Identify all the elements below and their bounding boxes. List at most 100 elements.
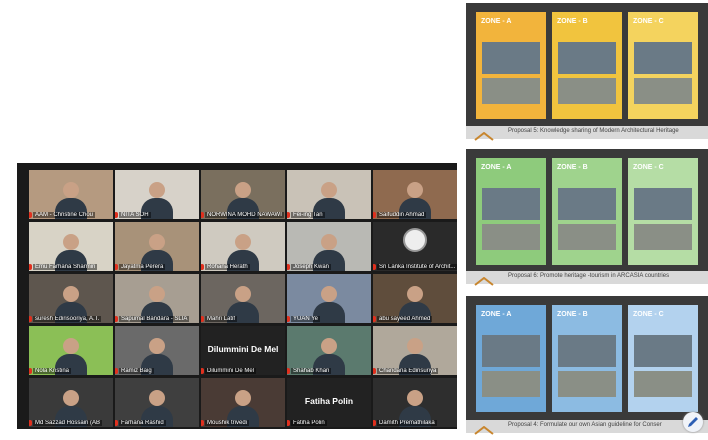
muted-mic-icon (201, 368, 204, 374)
participant-name: Chandana Edirisuriya (377, 368, 439, 374)
zone-card: ZONE - B (552, 305, 622, 412)
muted-mic-icon (115, 420, 118, 426)
zone-label: ZONE - A (481, 18, 512, 25)
participant-display-name: Dilummini De Mel (207, 344, 279, 354)
participant-tile[interactable]: Farhana Rashid (115, 378, 199, 427)
zone-photo (558, 188, 616, 220)
participant-name: Damith Premathilaka (377, 420, 437, 426)
participant-tile[interactable]: NORWINA MOHD NAWAWI (201, 170, 285, 219)
participant-head (63, 390, 79, 406)
participant-head (407, 182, 423, 198)
arcasia-logo (474, 273, 494, 286)
zone-photo (634, 224, 692, 250)
participant-head (149, 390, 165, 406)
slide-caption-bar: Proposal 5: Knowledge sharing of Modern … (466, 126, 708, 141)
participant-tile[interactable]: Chandana Edirisuriya (373, 326, 457, 375)
muted-mic-icon (29, 212, 32, 218)
zone-card: ZONE - C (628, 12, 698, 119)
participant-name: Moushik trivedi (205, 420, 250, 426)
participant-tile[interactable]: Dilummini De Mel Dilummini De Mel (201, 326, 285, 375)
participant-name: YUAN Ye (291, 316, 321, 322)
zone-photo (558, 78, 616, 104)
participant-head (235, 234, 251, 250)
participant-tile[interactable]: suresh Edirisooriya, A.T. (29, 274, 113, 323)
zone-label: ZONE - B (557, 18, 588, 25)
participant-name: Sapumal Bandara - SLIA (119, 316, 190, 322)
participant-name: Jayatma Perera (119, 264, 166, 270)
slide-asian-guideline: ZONE - A ZONE - B ZONE - C Proposal 4: Form… (466, 296, 708, 435)
arcasia-logo (474, 422, 494, 435)
muted-mic-icon (373, 316, 376, 322)
zone-card: ZONE - C (628, 158, 698, 265)
zone-label: ZONE - A (481, 164, 512, 171)
zone-photo (634, 335, 692, 367)
participant-name: NITA SOH (119, 212, 151, 218)
participant-tile[interactable]: Emu Farhana Sharmin (29, 222, 113, 271)
zone-card: ZONE - A (476, 305, 546, 412)
participant-name: Joseph Kwan (291, 264, 332, 270)
muted-mic-icon (201, 212, 204, 218)
participant-tile[interactable]: AAM - Christine Chou (29, 170, 113, 219)
edit-button[interactable] (683, 412, 703, 432)
participant-head (407, 286, 423, 302)
participant-head (63, 234, 79, 250)
participant-head (235, 390, 251, 406)
muted-mic-icon (373, 420, 376, 426)
muted-mic-icon (115, 316, 118, 322)
participant-tile[interactable]: Md Sazzad Hossain (AB (29, 378, 113, 427)
muted-mic-icon (29, 368, 32, 374)
zone-card: ZONE - A (476, 158, 546, 265)
zone-label: ZONE - C (633, 164, 664, 171)
participant-tile[interactable]: Mahri Latif (201, 274, 285, 323)
muted-mic-icon (29, 264, 32, 270)
participant-tile[interactable]: Joseph Kwan (287, 222, 371, 271)
participant-tile[interactable]: Moushik trivedi (201, 378, 285, 427)
muted-mic-icon (29, 420, 32, 426)
muted-mic-icon (29, 316, 32, 322)
participant-name: Sri Lanka Institute of Archit... (377, 264, 457, 270)
zone-photo (482, 78, 540, 104)
participant-tile[interactable]: Shahab Khan (287, 326, 371, 375)
participant-name: Dilummini De Mel (205, 368, 257, 374)
muted-mic-icon (201, 264, 204, 270)
participant-head (235, 286, 251, 302)
participant-tile[interactable]: Ramiz Baig (115, 326, 199, 375)
participant-name: NORWINA MOHD NAWAWI (205, 212, 284, 218)
muted-mic-icon (287, 212, 290, 218)
participant-tile[interactable]: Fei-ing Tan (287, 170, 371, 219)
participant-head (63, 286, 79, 302)
participant-name: AAM - Christine Chou (33, 212, 96, 218)
zone-label: ZONE - C (633, 311, 664, 318)
zone-label: ZONE - C (633, 18, 664, 25)
slide-caption-bar: Proposal 6: Promote heritage -tourism in… (466, 271, 708, 286)
participant-name: Emu Farhana Sharmin (33, 264, 98, 270)
zone-photo (482, 188, 540, 220)
participant-tile[interactable]: Fatiha Polin Fatiha Polin (287, 378, 371, 427)
participant-tile[interactable]: Rohana Herath (201, 222, 285, 271)
participant-tile[interactable]: YUAN Ye (287, 274, 371, 323)
participant-tile[interactable]: Saifuddin Ahmad (373, 170, 457, 219)
zone-photo (634, 188, 692, 220)
participant-head (321, 182, 337, 198)
participant-tile[interactable]: Sri Lanka Institute of Archit... (373, 222, 457, 271)
muted-mic-icon (115, 264, 118, 270)
zone-photo (634, 42, 692, 74)
participant-name: Farhana Rashid (119, 420, 166, 426)
participant-tile[interactable]: abu sayeed Ahmed (373, 274, 457, 323)
participant-tile[interactable]: NITA SOH (115, 170, 199, 219)
participant-tile[interactable]: Nola Kristina (29, 326, 113, 375)
participant-tile[interactable]: Sapumal Bandara - SLIA (115, 274, 199, 323)
pencil-icon (688, 417, 698, 427)
muted-mic-icon (373, 368, 376, 374)
participant-head (149, 338, 165, 354)
participant-head (149, 286, 165, 302)
participant-name: Mahri Latif (205, 316, 238, 322)
muted-mic-icon (115, 368, 118, 374)
zone-card: ZONE - B (552, 12, 622, 119)
zone-photo (558, 42, 616, 74)
participant-tile[interactable]: Damith Premathilaka (373, 378, 457, 427)
participant-tile[interactable]: Jayatma Perera (115, 222, 199, 271)
participant-head (407, 338, 423, 354)
zone-label: ZONE - B (557, 311, 588, 318)
zone-photo (558, 335, 616, 367)
